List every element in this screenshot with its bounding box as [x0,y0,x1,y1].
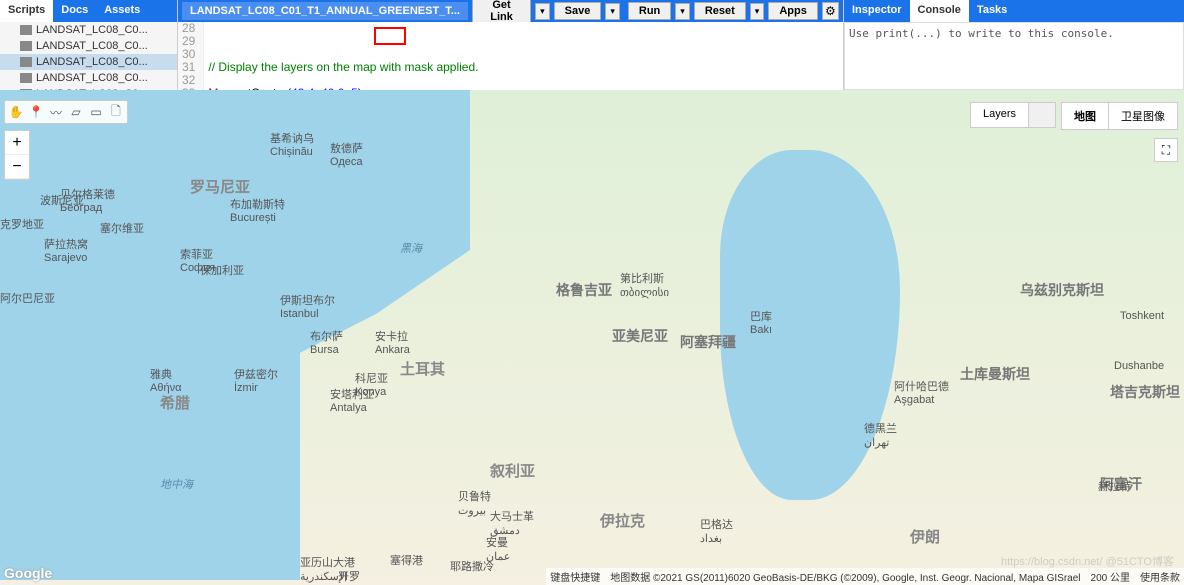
line-tool-icon[interactable]: 〰 [47,103,65,121]
fullscreen-icon[interactable]: ⛶ [1154,138,1178,162]
city-label: 大马士革دمشق [490,508,534,537]
file-item[interactable]: LANDSAT_LC08_C0... [0,70,177,86]
city-label: 阿什哈巴德Aşgabat [894,378,949,406]
city-label: 亚历山大港الإسكندرية [300,554,355,583]
console-panel: Inspector Console Tasks Use print(...) t… [844,0,1184,90]
line-gutter: 282930313233 [178,22,204,90]
tab-tasks[interactable]: Tasks [969,0,1015,22]
editor-panel: LANDSAT_LC08_C01_T1_ANNUAL_GREENEST_T...… [178,0,844,90]
map-attribution: 键盘快捷键 地图数据 ©2021 GS(2011)6020 GeoBasis-D… [546,568,1184,585]
editor-toolbar: LANDSAT_LC08_C01_T1_ANNUAL_GREENEST_T...… [178,0,843,22]
zoom-out-button[interactable]: − [5,155,29,179]
terms-link[interactable]: 使用条款 [1140,569,1180,584]
marker-tool-icon[interactable]: 📍 [27,103,45,121]
caspian-sea [720,150,900,500]
tab-docs[interactable]: Docs [53,0,96,22]
maptype-map-button[interactable]: 地图 [1062,103,1108,129]
country-label: 土库曼斯坦 [960,364,1030,384]
city-label: Toshkent [1120,310,1164,322]
scale-text: 200 公里 [1091,569,1130,584]
left-tabs: Scripts Docs Assets [0,0,177,22]
save-button[interactable]: Save [554,2,602,20]
gear-icon[interactable]: ⚙ [822,2,839,20]
new-layer-icon[interactable]: 🗋 [107,103,125,121]
shortcuts-link[interactable]: 键盘快捷键 [550,569,600,584]
city-label: 安曼عمان [486,534,510,563]
scripts-panel: Scripts Docs Assets LANDSAT_LC08_C0... L… [0,0,178,90]
country-label: 叙利亚 [490,460,535,481]
maptype-satellite-button[interactable]: 卫星图像 [1108,103,1177,129]
layers-dropdown-icon[interactable] [1029,103,1055,127]
file-icon [20,41,32,51]
city-label: 耶路撒冷 [450,558,494,574]
rect-tool-icon[interactable]: ▭ [87,103,105,121]
city-label: 第比利斯თბილისი [620,270,669,299]
right-tabs: Inspector Console Tasks [844,0,1184,22]
reset-button[interactable]: Reset [694,2,746,20]
google-logo: Google [4,565,52,581]
tab-scripts[interactable]: Scripts [0,0,53,22]
file-item[interactable]: LANDSAT_LC08_C0... [0,54,177,70]
zoom-in-button[interactable]: + [5,131,29,155]
file-item[interactable]: LANDSAT_LC08_C0... [0,38,177,54]
city-label: 赫拉特 [1098,478,1131,494]
country-label: 伊拉克 [600,510,645,531]
zoom-control: + − [4,130,30,180]
city-label: 科尼亚Konya [355,370,388,398]
tab-inspector[interactable]: Inspector [844,0,910,22]
file-list: LANDSAT_LC08_C0... LANDSAT_LC08_C0... LA… [0,22,177,90]
tab-console[interactable]: Console [910,0,969,22]
city-label: 安塔利亚Antalya [330,386,374,414]
console-body[interactable]: Use print(...) to write to this console. [844,22,1184,90]
hand-tool-icon[interactable]: ✋ [7,103,25,121]
run-button[interactable]: Run [628,2,671,20]
country-label: 亚美尼亚 [612,326,668,346]
country-label: 伊朗 [910,526,940,547]
get-link-dropdown[interactable]: ▾ [535,3,550,20]
file-icon [20,57,32,67]
maptype-control: 地图 卫星图像 [1061,102,1178,130]
map-toolbox: ✋ 📍 〰 ▱ ▭ 🗋 [4,100,128,124]
country-label: 乌兹别克斯坦 [1020,280,1104,300]
layers-button[interactable]: Layers [971,103,1029,127]
save-dropdown[interactable]: ▾ [605,3,620,20]
city-label: 塞得港 [390,552,423,568]
country-label: 格鲁吉亚 [556,280,612,300]
mediterranean-sea [0,350,300,580]
country-label: 阿富汗 [1100,474,1142,494]
layers-control: Layers [970,102,1056,128]
script-title[interactable]: LANDSAT_LC08_C01_T1_ANNUAL_GREENEST_T... [182,2,468,20]
reset-dropdown[interactable]: ▾ [750,3,765,20]
apps-button[interactable]: Apps [768,2,818,20]
country-label: 土耳其 [400,358,445,379]
highlight-box [374,27,406,45]
run-dropdown[interactable]: ▾ [675,3,690,20]
city-label: 安卡拉Ankara [375,328,410,356]
file-icon [20,25,32,35]
city-label: 巴格达بغداد [700,516,733,545]
tab-assets[interactable]: Assets [96,0,148,22]
code-editor[interactable]: 282930313233 // Display the layers on th… [178,22,843,90]
mapdata-text: 地图数据 ©2021 GS(2011)6020 GeoBasis-DE/BKG … [610,569,1080,584]
country-label: 塔吉克斯坦 [1110,382,1180,402]
code-lines[interactable]: // Display the layers on the map with ma… [204,22,655,90]
city-label: 贝鲁特بيروت [458,488,491,517]
polygon-tool-icon[interactable]: ▱ [67,103,85,121]
watermark: https://blog.csdn.net/ @51CTO博客 [1001,553,1174,569]
file-item[interactable]: LANDSAT_LC08_C0... [0,22,177,38]
map[interactable]: ✋ 📍 〰 ▱ ▭ 🗋 + − Layers 地图 卫星图像 ⛶ 罗马尼亚 希腊… [0,90,1184,585]
file-icon [20,73,32,83]
city-label: Dushanbe [1114,360,1164,372]
city-label: 开罗 [338,568,360,584]
